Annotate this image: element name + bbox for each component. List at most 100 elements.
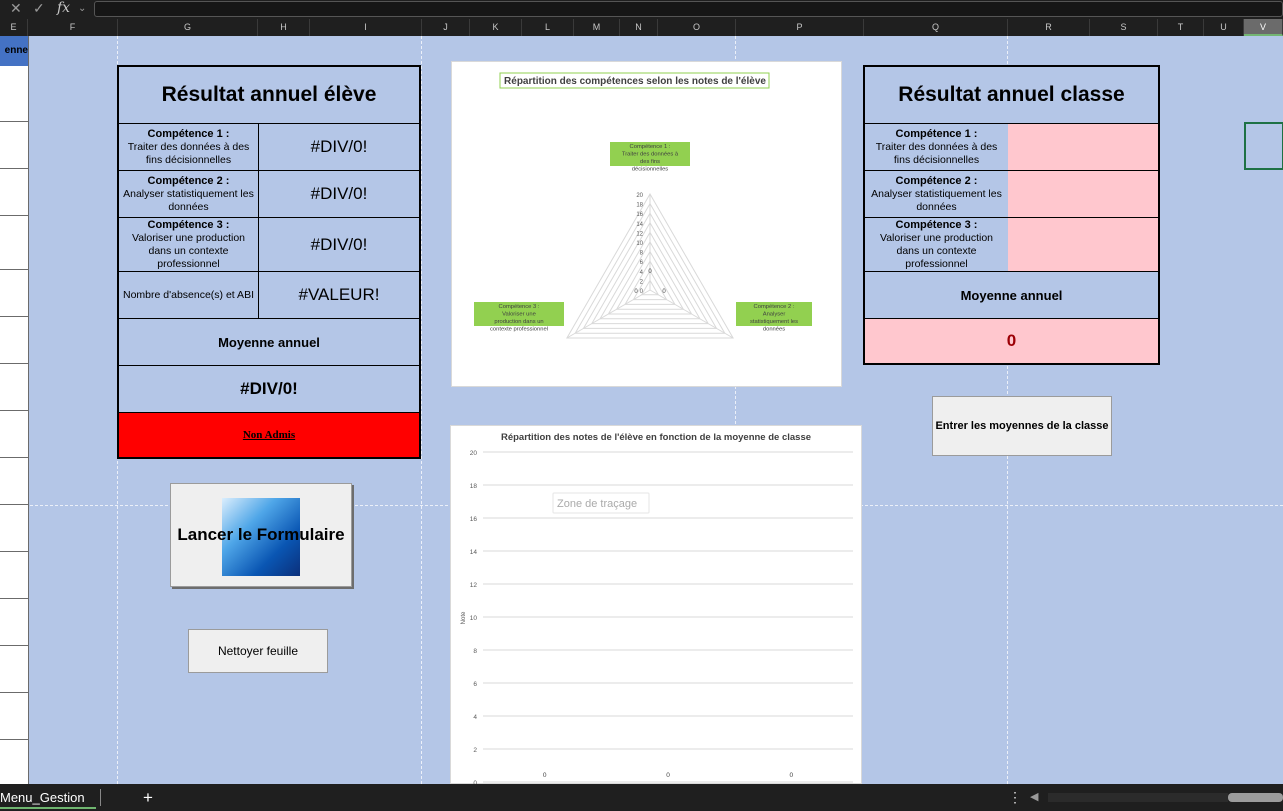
- sheet-cell[interactable]: [0, 552, 28, 599]
- close-icon[interactable]: ✕: [10, 0, 22, 17]
- sheet-cell[interactable]: [0, 317, 28, 364]
- sheet-cell[interactable]: [0, 364, 28, 411]
- column-header[interactable]: V: [1244, 19, 1283, 36]
- radar-axis-label: Traiter des données à: [622, 152, 679, 158]
- formula-input[interactable]: [94, 1, 1283, 17]
- student-results-table: Résultat annuel élève Compétence 1 : Trai…: [117, 65, 421, 459]
- sheet-tab-bar: + ⋮ ◀: [0, 784, 1283, 811]
- sheet-area[interactable]: enne Résultat annuel élève Compétence 1 …: [0, 36, 1283, 784]
- add-sheet-button[interactable]: +: [143, 784, 153, 811]
- more-options-icon[interactable]: ⋮: [1008, 784, 1022, 811]
- class-table-title: Résultat annuel classe: [898, 83, 1125, 106]
- radar-tick-label: 10: [636, 241, 643, 247]
- sheet-cell[interactable]: [0, 122, 28, 169]
- absence-value[interactable]: #VALEUR!: [259, 272, 419, 318]
- scroll-left-icon[interactable]: ◀: [1030, 791, 1038, 804]
- chevron-down-icon[interactable]: ⌄: [78, 0, 86, 17]
- selected-cell[interactable]: [1244, 122, 1283, 170]
- table-row: Compétence 2 : Analyser statistiquement l…: [119, 171, 419, 218]
- column-header[interactable]: L: [522, 19, 574, 36]
- column-header[interactable]: M: [574, 19, 620, 36]
- table-row: Compétence 3 : Valoriser une production d…: [865, 218, 1158, 272]
- clean-sheet-button[interactable]: Nettoyer feuille: [188, 629, 328, 673]
- sheet-cell[interactable]: [0, 458, 28, 505]
- radar-axis-label: des fins: [640, 159, 660, 165]
- chart-title: Répartition des notes de l'élève en fonc…: [501, 432, 811, 443]
- competence-value[interactable]: #DIV/0!: [259, 218, 419, 271]
- sheet-cell[interactable]: [0, 216, 28, 270]
- launch-form-button[interactable]: Lancer le Formulaire: [170, 483, 352, 587]
- chart-title: Répartition des compétences selon les no…: [504, 76, 766, 87]
- fx-label[interactable]: fx: [57, 0, 70, 17]
- column-header[interactable]: Q: [864, 19, 1008, 36]
- table-row: Moyenne annuel: [119, 319, 419, 366]
- sheet-cell[interactable]: [0, 411, 28, 458]
- competence-value[interactable]: [1008, 124, 1158, 170]
- column-e-header-cell[interactable]: enne: [0, 36, 28, 66]
- column-header[interactable]: H: [258, 19, 310, 36]
- sheet-cell[interactable]: [0, 505, 28, 552]
- y-tick-label: 8: [473, 648, 477, 655]
- bar-data-label: 0: [666, 772, 670, 779]
- column-header[interactable]: K: [470, 19, 522, 36]
- column-header[interactable]: J: [422, 19, 470, 36]
- table-title-row: Résultat annuel élève: [119, 67, 419, 124]
- radar-axis-label: données: [763, 327, 785, 333]
- column-header[interactable]: U: [1204, 19, 1244, 36]
- enter-class-averages-button[interactable]: Entrer les moyennes de la classe: [932, 396, 1112, 456]
- radar-chart[interactable]: Répartition des compétences selon les no…: [451, 61, 842, 387]
- sheet-tab-menu-gestion[interactable]: Menu_Gestion: [0, 784, 96, 811]
- y-tick-label: 14: [470, 549, 478, 556]
- column-header[interactable]: R: [1008, 19, 1090, 36]
- y-tick-label: 12: [470, 582, 478, 589]
- student-table-title: Résultat annuel élève: [161, 83, 377, 106]
- page-break-line: [421, 36, 422, 784]
- y-tick-label: 6: [473, 681, 477, 688]
- sheet-cell[interactable]: [0, 646, 28, 693]
- bar-chart-svg: Répartition des notes de l'élève en fonc…: [461, 432, 853, 784]
- competence-label: Compétence 2 : Analyser statistiquement l…: [871, 174, 1002, 213]
- average-value[interactable]: 0: [865, 319, 1158, 363]
- competence-value[interactable]: [1008, 171, 1158, 217]
- y-axis-label: Note: [461, 611, 467, 624]
- table-row: Moyenne annuel: [865, 272, 1158, 319]
- average-value[interactable]: #DIV/0!: [119, 366, 419, 412]
- radar-axis-label: statistiquement les: [750, 319, 798, 325]
- table-row: Compétence 1 : Traiter des données à des …: [119, 124, 419, 171]
- column-header[interactable]: G: [118, 19, 258, 36]
- column-header[interactable]: P: [736, 19, 864, 36]
- competence-value[interactable]: #DIV/0!: [259, 124, 419, 170]
- check-icon[interactable]: ✓: [33, 0, 45, 17]
- column-header[interactable]: N: [620, 19, 658, 36]
- y-tick-label: 10: [470, 615, 478, 622]
- bar-data-label: 0: [543, 772, 547, 779]
- admission-status[interactable]: Non Admis: [119, 413, 419, 457]
- competence-label: Compétence 3 : Valoriser une production d…: [119, 218, 259, 271]
- sheet-cell[interactable]: [0, 66, 28, 122]
- sheet-cell[interactable]: [0, 693, 28, 740]
- radar-axis-label: Compétence 3 :: [499, 304, 540, 310]
- horizontal-scrollbar-track[interactable]: [1048, 793, 1228, 802]
- column-e-cells: enne: [0, 36, 29, 784]
- bar-chart[interactable]: Répartition des notes de l'élève en fonc…: [450, 425, 862, 784]
- competence-value[interactable]: #DIV/0!: [259, 171, 419, 217]
- radar-tick-label: 20: [636, 193, 643, 199]
- table-row: #DIV/0!: [119, 366, 419, 413]
- column-header[interactable]: E: [0, 19, 28, 36]
- competence-value[interactable]: [1008, 218, 1158, 271]
- column-header[interactable]: S: [1090, 19, 1158, 36]
- sheet-cell[interactable]: [0, 599, 28, 646]
- class-results-table: Résultat annuel classe Compétence 1 : Tra…: [863, 65, 1160, 365]
- column-header[interactable]: O: [658, 19, 736, 36]
- horizontal-scrollbar-thumb[interactable]: [1228, 793, 1283, 802]
- y-tick-label: 18: [470, 483, 478, 490]
- column-header[interactable]: F: [28, 19, 118, 36]
- column-header[interactable]: I: [310, 19, 422, 36]
- sheet-cell[interactable]: [0, 270, 28, 317]
- y-tick-label: 16: [470, 516, 478, 523]
- launch-form-label: Lancer le Formulaire: [177, 525, 345, 544]
- plot-area-tooltip: Zone de traçage: [557, 498, 637, 510]
- sheet-cell[interactable]: [0, 169, 28, 216]
- column-header[interactable]: T: [1158, 19, 1204, 36]
- radar-tick-label: 14: [636, 222, 643, 228]
